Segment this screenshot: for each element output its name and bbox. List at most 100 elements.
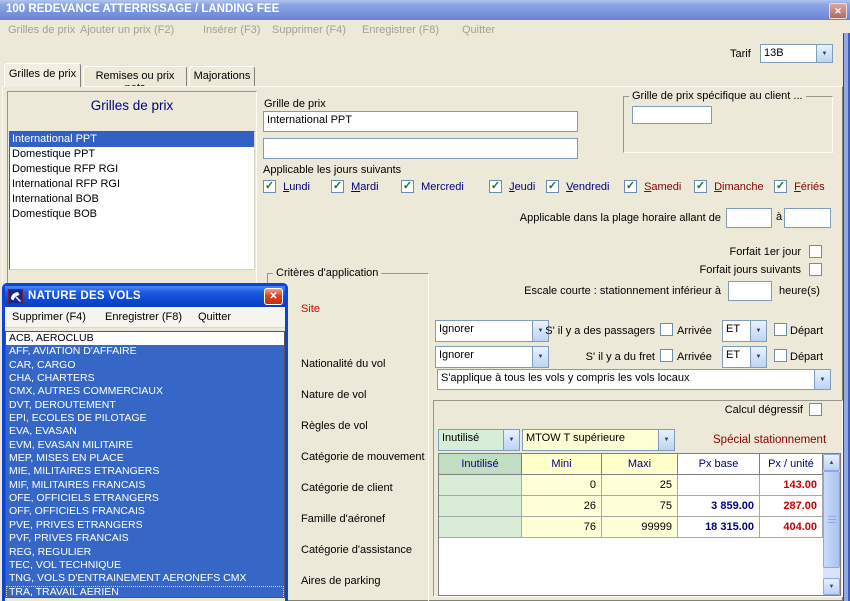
vols-scope-combobox[interactable]: S'applique à tous les vols y compris les… — [437, 369, 831, 390]
list-item[interactable]: PVE, PRIVES ETRANGERS — [6, 519, 284, 532]
forfait-1er-jour-checkbox[interactable] — [809, 245, 822, 258]
cell-px-unite[interactable]: 404.00 — [760, 517, 823, 538]
nature-vols-listbox[interactable]: ACB, AEROCLUBAFF, AVIATION D'AFFAIRECAR,… — [5, 331, 285, 598]
list-item[interactable]: MEP, MISES EN PLACE — [6, 452, 284, 465]
list-item[interactable]: Domestique PPT — [10, 147, 254, 162]
criteria-item[interactable]: Règles de vol — [301, 420, 368, 432]
client-specific-input[interactable] — [632, 106, 712, 124]
chevron-down-icon[interactable]: ▼ — [814, 370, 830, 389]
list-item[interactable]: MIF, MILITAIRES FRANCAIS — [6, 479, 284, 492]
cell-maxi[interactable]: 75 — [602, 496, 678, 517]
menubar-item[interactable]: Grilles de prix — [8, 24, 75, 36]
cell-maxi[interactable]: 99999 — [602, 517, 678, 538]
menubar-item[interactable]: Ajouter un prix (F2) — [80, 24, 174, 36]
table-scrollbar[interactable]: ▲ ▼ — [823, 454, 840, 595]
list-item[interactable]: EVA, EVASAN — [6, 425, 284, 438]
close-button[interactable]: ✕ — [829, 3, 847, 19]
table-row[interactable]: 0 25 143.00 — [439, 475, 823, 496]
criteria-item[interactable]: Catégorie de client — [301, 482, 393, 494]
popup-titlebar[interactable]: NATURE DES VOLS ✕ — [5, 286, 285, 307]
day-checkbox[interactable]: ✓ — [489, 180, 502, 193]
list-item[interactable]: Domestique BOB — [10, 207, 254, 222]
list-item[interactable]: Domestique RFP RGI — [10, 162, 254, 177]
list-item[interactable]: ACB, AEROCLUB — [6, 332, 284, 345]
criteria-item[interactable]: Site — [301, 303, 320, 315]
day-checkbox[interactable]: ✓ — [331, 180, 344, 193]
list-item[interactable]: OFE, OFFICIELS ETRANGERS — [6, 492, 284, 505]
inutilise-combobox[interactable]: Inutilisé ▼ — [438, 429, 520, 451]
scrollbar-thumb[interactable] — [823, 471, 840, 568]
mtow-combobox[interactable]: MTOW T supérieure ▼ — [522, 429, 675, 451]
table-row[interactable]: 26 75 3 859.00 287.00 — [439, 496, 823, 517]
chevron-down-icon[interactable]: ▼ — [750, 347, 766, 367]
list-item[interactable]: TEC, VOL TECHNIQUE — [6, 559, 284, 572]
chevron-down-icon[interactable]: ▼ — [816, 45, 832, 62]
popup-menu-item[interactable]: Supprimer (F4) — [12, 311, 86, 323]
cell-px-base[interactable] — [678, 475, 760, 496]
day-checkbox[interactable]: ✓ — [546, 180, 559, 193]
cell-mini[interactable]: 0 — [522, 475, 602, 496]
calcul-degressif-checkbox[interactable] — [809, 403, 822, 416]
cell-inutilise[interactable] — [439, 496, 522, 517]
criteria-item[interactable]: Nature de vol — [301, 389, 366, 401]
day-checkbox-item[interactable]: ✓ Jeudi — [489, 180, 535, 194]
list-item[interactable]: TRA, TRAVAIL AERIEN — [6, 586, 284, 598]
main-titlebar[interactable]: 100 REDEVANCE ATTERRISSAGE / LANDING FEE… — [0, 0, 850, 20]
list-item[interactable]: CHA, CHARTERS — [6, 372, 284, 385]
day-checkbox-item[interactable]: ✓ Fériés — [774, 180, 825, 194]
grille-name-input-2[interactable] — [263, 138, 578, 159]
cell-px-base[interactable]: 3 859.00 — [678, 496, 760, 517]
list-item[interactable]: EPI, ECOLES DE PILOTAGE — [6, 412, 284, 425]
cell-mini[interactable]: 26 — [522, 496, 602, 517]
cell-inutilise[interactable] — [439, 517, 522, 538]
tab-remises-ou-prix-nets[interactable]: Remises ou prix nets — [83, 66, 187, 87]
chevron-down-icon[interactable]: ▼ — [750, 321, 766, 341]
criteria-item[interactable]: Aires de parking — [301, 575, 381, 587]
cell-mini[interactable]: 76 — [522, 517, 602, 538]
day-checkbox[interactable]: ✓ — [774, 180, 787, 193]
time-to-input[interactable] — [784, 208, 831, 228]
day-checkbox-item[interactable]: ✓ Lundi — [263, 180, 310, 194]
day-checkbox[interactable]: ✓ — [263, 180, 276, 193]
day-checkbox-item[interactable]: ✓ Mardi — [331, 180, 379, 194]
list-item[interactable]: DVT, DEROUTEMENT — [6, 399, 284, 412]
day-checkbox-item[interactable]: ✓ Dimanche — [694, 180, 764, 194]
popup-close-button[interactable]: ✕ — [264, 288, 283, 305]
list-item[interactable]: EVM, EVASAN MILITAIRE — [6, 439, 284, 452]
menubar-item[interactable]: Enregistrer (F8) — [362, 24, 439, 36]
grille-name-input[interactable]: International PPT — [263, 111, 578, 132]
list-item[interactable]: TNG, VOLS D'ENTRAINEMENT AERONEFS CMX — [6, 572, 284, 585]
table-row[interactable]: 76 99999 18 315.00 404.00 — [439, 517, 823, 538]
criteria-item[interactable]: Catégorie d'assistance — [301, 544, 412, 556]
day-checkbox[interactable]: ✓ — [401, 180, 414, 193]
forfait-jours-suivants-checkbox[interactable] — [809, 263, 822, 276]
tarif-combobox[interactable]: 13B ▼ — [760, 44, 833, 63]
passagers-et-combobox[interactable]: ET ▼ — [722, 320, 767, 342]
tab-grilles-de-prix[interactable]: Grilles de prix — [4, 63, 81, 87]
tab-majorations[interactable]: Majorations — [189, 66, 255, 87]
day-checkbox-item[interactable]: ✓ Vendredi — [546, 180, 610, 194]
day-checkbox[interactable]: ✓ — [624, 180, 637, 193]
chevron-down-icon[interactable]: ▼ — [658, 430, 674, 450]
cell-inutilise[interactable] — [439, 475, 522, 496]
list-item[interactable]: OFF, OFFICIELS FRANCAIS — [6, 505, 284, 518]
escale-courte-input[interactable] — [728, 281, 772, 301]
day-checkbox-item[interactable]: ✓ Mercredi — [401, 180, 464, 194]
scroll-down-icon[interactable]: ▼ — [823, 578, 840, 595]
menubar-item[interactable]: Insérer (F3) — [203, 24, 260, 36]
list-item[interactable]: International PPT — [10, 132, 254, 147]
popup-menu-item[interactable]: Enregistrer (F8) — [105, 311, 182, 323]
fret-arrivee-checkbox[interactable] — [660, 349, 673, 362]
menubar-item[interactable]: Supprimer (F4) — [272, 24, 346, 36]
criteria-item[interactable]: Nationalité du vol — [301, 358, 385, 370]
list-item[interactable]: International BOB — [10, 192, 254, 207]
fret-et-combobox[interactable]: ET ▼ — [722, 346, 767, 368]
scroll-up-icon[interactable]: ▲ — [823, 454, 840, 471]
price-grids-listbox[interactable]: International PPTDomestique PPTDomestiqu… — [9, 131, 255, 270]
list-item[interactable]: International RFP RGI — [10, 177, 254, 192]
time-from-input[interactable] — [726, 208, 772, 228]
cell-px-base[interactable]: 18 315.00 — [678, 517, 760, 538]
passagers-depart-checkbox[interactable] — [774, 323, 787, 336]
criteria-item[interactable]: Catégorie de mouvement — [301, 451, 425, 463]
list-item[interactable]: CMX, AUTRES COMMERCIAUX — [6, 385, 284, 398]
